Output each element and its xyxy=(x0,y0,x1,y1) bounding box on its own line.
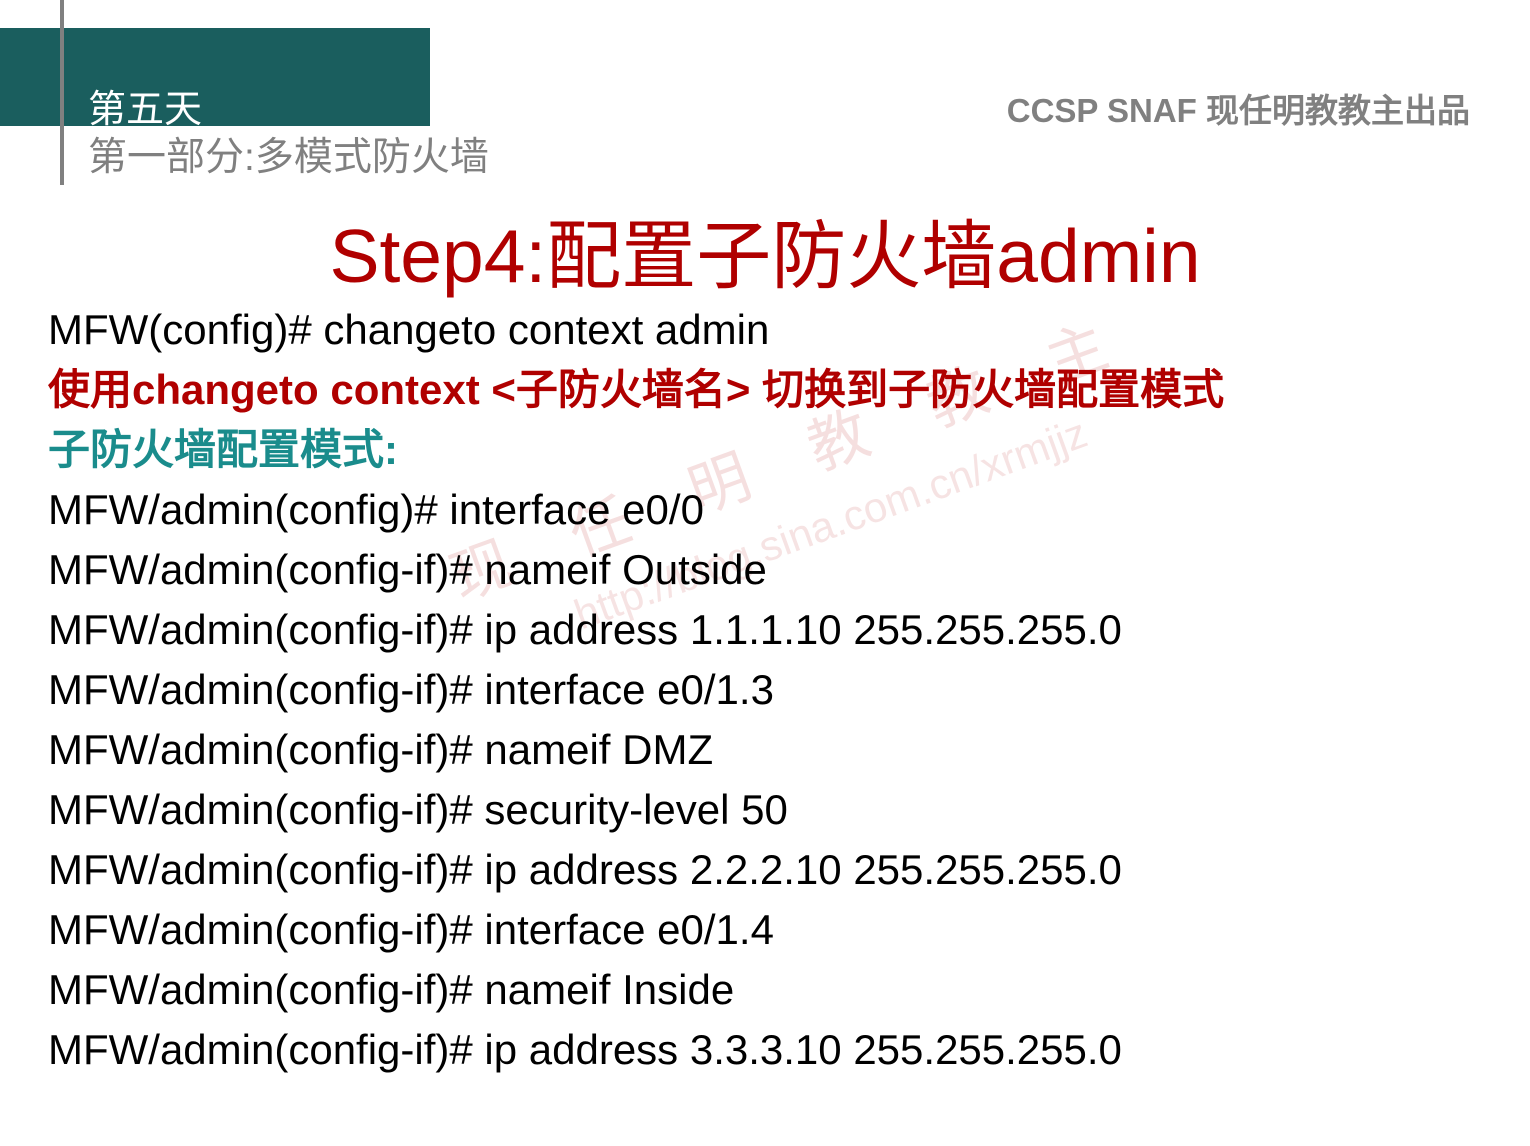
content-line: MFW/admin(config-if)# nameif DMZ xyxy=(48,720,1482,780)
header-day-box xyxy=(0,28,430,126)
content-line: MFW/admin(config-if)# nameif Inside xyxy=(48,960,1482,1020)
content-line: MFW/admin(config-if)# nameif Outside xyxy=(48,540,1482,600)
content-line: MFW/admin(config)# interface e0/0 xyxy=(48,480,1482,540)
content-line: 子防火墙配置模式: xyxy=(48,420,1482,480)
content-line: MFW(config)# changeto context admin xyxy=(48,300,1482,360)
header-source: CCSP SNAF 现任明教教主出品 xyxy=(1007,84,1470,132)
header-day: 第五天 xyxy=(88,78,202,133)
content-line: MFW/admin(config-if)# ip address 1.1.1.1… xyxy=(48,600,1482,660)
slide-content: MFW(config)# changeto context admin使用cha… xyxy=(48,300,1482,1080)
content-line: MFW/admin(config-if)# security-level 50 xyxy=(48,780,1482,840)
slide-title: Step4:配置子防火墙admin xyxy=(0,195,1530,304)
header-vertical-line xyxy=(60,0,64,185)
content-line: 使用changeto context <子防火墙名> 切换到子防火墙配置模式 xyxy=(48,360,1482,420)
content-line: MFW/admin(config-if)# interface e0/1.3 xyxy=(48,660,1482,720)
content-line: MFW/admin(config-if)# ip address 3.3.3.1… xyxy=(48,1020,1482,1080)
header-section: 第一部分:多模式防火墙 xyxy=(88,126,489,182)
content-line: MFW/admin(config-if)# interface e0/1.4 xyxy=(48,900,1482,960)
content-line: MFW/admin(config-if)# ip address 2.2.2.1… xyxy=(48,840,1482,900)
